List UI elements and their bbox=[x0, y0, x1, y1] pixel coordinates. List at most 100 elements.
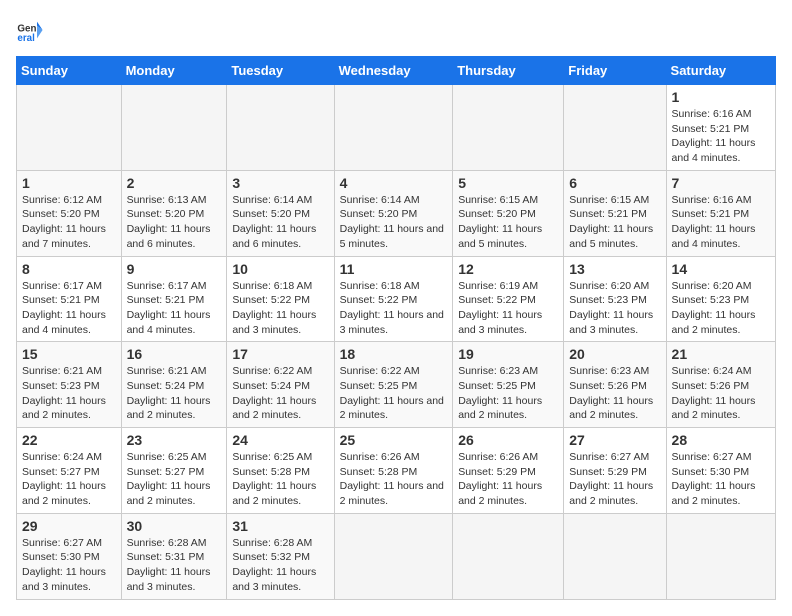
day-number: 20 bbox=[569, 346, 660, 362]
day-info: Sunrise: 6:27 AM Sunset: 5:29 PM Dayligh… bbox=[569, 450, 660, 509]
calendar-table: SundayMondayTuesdayWednesdayThursdayFrid… bbox=[16, 56, 776, 600]
calendar-body: 1 Sunrise: 6:16 AM Sunset: 5:21 PM Dayli… bbox=[17, 85, 776, 600]
calendar-header: SundayMondayTuesdayWednesdayThursdayFrid… bbox=[17, 57, 776, 85]
day-number: 29 bbox=[22, 518, 116, 534]
day-number: 14 bbox=[672, 261, 770, 277]
calendar-cell: 28 Sunrise: 6:27 AM Sunset: 5:30 PM Dayl… bbox=[666, 428, 775, 514]
day-info: Sunrise: 6:12 AM Sunset: 5:20 PM Dayligh… bbox=[22, 193, 116, 252]
day-number: 17 bbox=[232, 346, 328, 362]
day-info: Sunrise: 6:25 AM Sunset: 5:28 PM Dayligh… bbox=[232, 450, 328, 509]
header-thursday: Thursday bbox=[453, 57, 564, 85]
day-info: Sunrise: 6:17 AM Sunset: 5:21 PM Dayligh… bbox=[127, 279, 222, 338]
calendar-week-4: 22 Sunrise: 6:24 AM Sunset: 5:27 PM Dayl… bbox=[17, 428, 776, 514]
calendar-cell: 1 Sunrise: 6:16 AM Sunset: 5:21 PM Dayli… bbox=[666, 85, 775, 171]
calendar-cell: 23 Sunrise: 6:25 AM Sunset: 5:27 PM Dayl… bbox=[121, 428, 227, 514]
header-friday: Friday bbox=[564, 57, 666, 85]
day-info: Sunrise: 6:20 AM Sunset: 5:23 PM Dayligh… bbox=[672, 279, 770, 338]
calendar-cell: 21 Sunrise: 6:24 AM Sunset: 5:26 PM Dayl… bbox=[666, 342, 775, 428]
day-info: Sunrise: 6:17 AM Sunset: 5:21 PM Dayligh… bbox=[22, 279, 116, 338]
calendar-week-0: 1 Sunrise: 6:16 AM Sunset: 5:21 PM Dayli… bbox=[17, 85, 776, 171]
day-info: Sunrise: 6:16 AM Sunset: 5:21 PM Dayligh… bbox=[672, 107, 770, 166]
day-number: 10 bbox=[232, 261, 328, 277]
calendar-week-1: 1 Sunrise: 6:12 AM Sunset: 5:20 PM Dayli… bbox=[17, 170, 776, 256]
day-info: Sunrise: 6:21 AM Sunset: 5:24 PM Dayligh… bbox=[127, 364, 222, 423]
day-info: Sunrise: 6:24 AM Sunset: 5:26 PM Dayligh… bbox=[672, 364, 770, 423]
calendar-cell: 22 Sunrise: 6:24 AM Sunset: 5:27 PM Dayl… bbox=[17, 428, 122, 514]
day-info: Sunrise: 6:27 AM Sunset: 5:30 PM Dayligh… bbox=[22, 536, 116, 595]
calendar-cell: 10 Sunrise: 6:18 AM Sunset: 5:22 PM Dayl… bbox=[227, 256, 334, 342]
day-info: Sunrise: 6:28 AM Sunset: 5:31 PM Dayligh… bbox=[127, 536, 222, 595]
header-wednesday: Wednesday bbox=[334, 57, 453, 85]
day-info: Sunrise: 6:13 AM Sunset: 5:20 PM Dayligh… bbox=[127, 193, 222, 252]
day-info: Sunrise: 6:26 AM Sunset: 5:29 PM Dayligh… bbox=[458, 450, 558, 509]
day-number: 24 bbox=[232, 432, 328, 448]
day-info: Sunrise: 6:27 AM Sunset: 5:30 PM Dayligh… bbox=[672, 450, 770, 509]
calendar-cell bbox=[564, 85, 666, 171]
day-number: 5 bbox=[458, 175, 558, 191]
day-info: Sunrise: 6:22 AM Sunset: 5:25 PM Dayligh… bbox=[340, 364, 448, 423]
day-number: 18 bbox=[340, 346, 448, 362]
calendar-week-5: 29 Sunrise: 6:27 AM Sunset: 5:30 PM Dayl… bbox=[17, 513, 776, 599]
day-number: 6 bbox=[569, 175, 660, 191]
calendar-cell bbox=[666, 513, 775, 599]
header-monday: Monday bbox=[121, 57, 227, 85]
day-info: Sunrise: 6:20 AM Sunset: 5:23 PM Dayligh… bbox=[569, 279, 660, 338]
day-info: Sunrise: 6:14 AM Sunset: 5:20 PM Dayligh… bbox=[340, 193, 448, 252]
calendar-cell: 30 Sunrise: 6:28 AM Sunset: 5:31 PM Dayl… bbox=[121, 513, 227, 599]
calendar-cell: 15 Sunrise: 6:21 AM Sunset: 5:23 PM Dayl… bbox=[17, 342, 122, 428]
calendar-cell: 12 Sunrise: 6:19 AM Sunset: 5:22 PM Dayl… bbox=[453, 256, 564, 342]
day-number: 7 bbox=[672, 175, 770, 191]
calendar-cell: 25 Sunrise: 6:26 AM Sunset: 5:28 PM Dayl… bbox=[334, 428, 453, 514]
page-header: Gen eral bbox=[16, 16, 776, 44]
calendar-cell: 31 Sunrise: 6:28 AM Sunset: 5:32 PM Dayl… bbox=[227, 513, 334, 599]
calendar-cell bbox=[564, 513, 666, 599]
day-info: Sunrise: 6:21 AM Sunset: 5:23 PM Dayligh… bbox=[22, 364, 116, 423]
calendar-cell: 18 Sunrise: 6:22 AM Sunset: 5:25 PM Dayl… bbox=[334, 342, 453, 428]
day-info: Sunrise: 6:26 AM Sunset: 5:28 PM Dayligh… bbox=[340, 450, 448, 509]
day-number: 2 bbox=[127, 175, 222, 191]
calendar-week-3: 15 Sunrise: 6:21 AM Sunset: 5:23 PM Dayl… bbox=[17, 342, 776, 428]
day-info: Sunrise: 6:28 AM Sunset: 5:32 PM Dayligh… bbox=[232, 536, 328, 595]
calendar-cell: 4 Sunrise: 6:14 AM Sunset: 5:20 PM Dayli… bbox=[334, 170, 453, 256]
day-number: 3 bbox=[232, 175, 328, 191]
day-info: Sunrise: 6:19 AM Sunset: 5:22 PM Dayligh… bbox=[458, 279, 558, 338]
day-info: Sunrise: 6:24 AM Sunset: 5:27 PM Dayligh… bbox=[22, 450, 116, 509]
day-number: 4 bbox=[340, 175, 448, 191]
calendar-cell bbox=[17, 85, 122, 171]
day-info: Sunrise: 6:18 AM Sunset: 5:22 PM Dayligh… bbox=[340, 279, 448, 338]
calendar-cell bbox=[334, 513, 453, 599]
calendar-cell: 5 Sunrise: 6:15 AM Sunset: 5:20 PM Dayli… bbox=[453, 170, 564, 256]
calendar-cell: 7 Sunrise: 6:16 AM Sunset: 5:21 PM Dayli… bbox=[666, 170, 775, 256]
day-info: Sunrise: 6:22 AM Sunset: 5:24 PM Dayligh… bbox=[232, 364, 328, 423]
day-number: 28 bbox=[672, 432, 770, 448]
calendar-cell: 20 Sunrise: 6:23 AM Sunset: 5:26 PM Dayl… bbox=[564, 342, 666, 428]
day-info: Sunrise: 6:15 AM Sunset: 5:21 PM Dayligh… bbox=[569, 193, 660, 252]
day-number: 27 bbox=[569, 432, 660, 448]
day-info: Sunrise: 6:14 AM Sunset: 5:20 PM Dayligh… bbox=[232, 193, 328, 252]
day-number: 31 bbox=[232, 518, 328, 534]
day-number: 26 bbox=[458, 432, 558, 448]
day-info: Sunrise: 6:16 AM Sunset: 5:21 PM Dayligh… bbox=[672, 193, 770, 252]
day-info: Sunrise: 6:23 AM Sunset: 5:26 PM Dayligh… bbox=[569, 364, 660, 423]
day-number: 21 bbox=[672, 346, 770, 362]
day-info: Sunrise: 6:23 AM Sunset: 5:25 PM Dayligh… bbox=[458, 364, 558, 423]
logo: Gen eral bbox=[16, 16, 48, 44]
day-info: Sunrise: 6:15 AM Sunset: 5:20 PM Dayligh… bbox=[458, 193, 558, 252]
day-number: 8 bbox=[22, 261, 116, 277]
calendar-cell: 27 Sunrise: 6:27 AM Sunset: 5:29 PM Dayl… bbox=[564, 428, 666, 514]
calendar-cell: 29 Sunrise: 6:27 AM Sunset: 5:30 PM Dayl… bbox=[17, 513, 122, 599]
day-number: 12 bbox=[458, 261, 558, 277]
day-number: 13 bbox=[569, 261, 660, 277]
day-number: 9 bbox=[127, 261, 222, 277]
calendar-cell: 2 Sunrise: 6:13 AM Sunset: 5:20 PM Dayli… bbox=[121, 170, 227, 256]
calendar-cell: 8 Sunrise: 6:17 AM Sunset: 5:21 PM Dayli… bbox=[17, 256, 122, 342]
calendar-cell: 1 Sunrise: 6:12 AM Sunset: 5:20 PM Dayli… bbox=[17, 170, 122, 256]
header-sunday: Sunday bbox=[17, 57, 122, 85]
day-number: 30 bbox=[127, 518, 222, 534]
logo-icon: Gen eral bbox=[16, 16, 44, 44]
calendar-cell: 16 Sunrise: 6:21 AM Sunset: 5:24 PM Dayl… bbox=[121, 342, 227, 428]
day-number: 11 bbox=[340, 261, 448, 277]
day-number: 16 bbox=[127, 346, 222, 362]
calendar-cell bbox=[227, 85, 334, 171]
calendar-cell bbox=[453, 85, 564, 171]
